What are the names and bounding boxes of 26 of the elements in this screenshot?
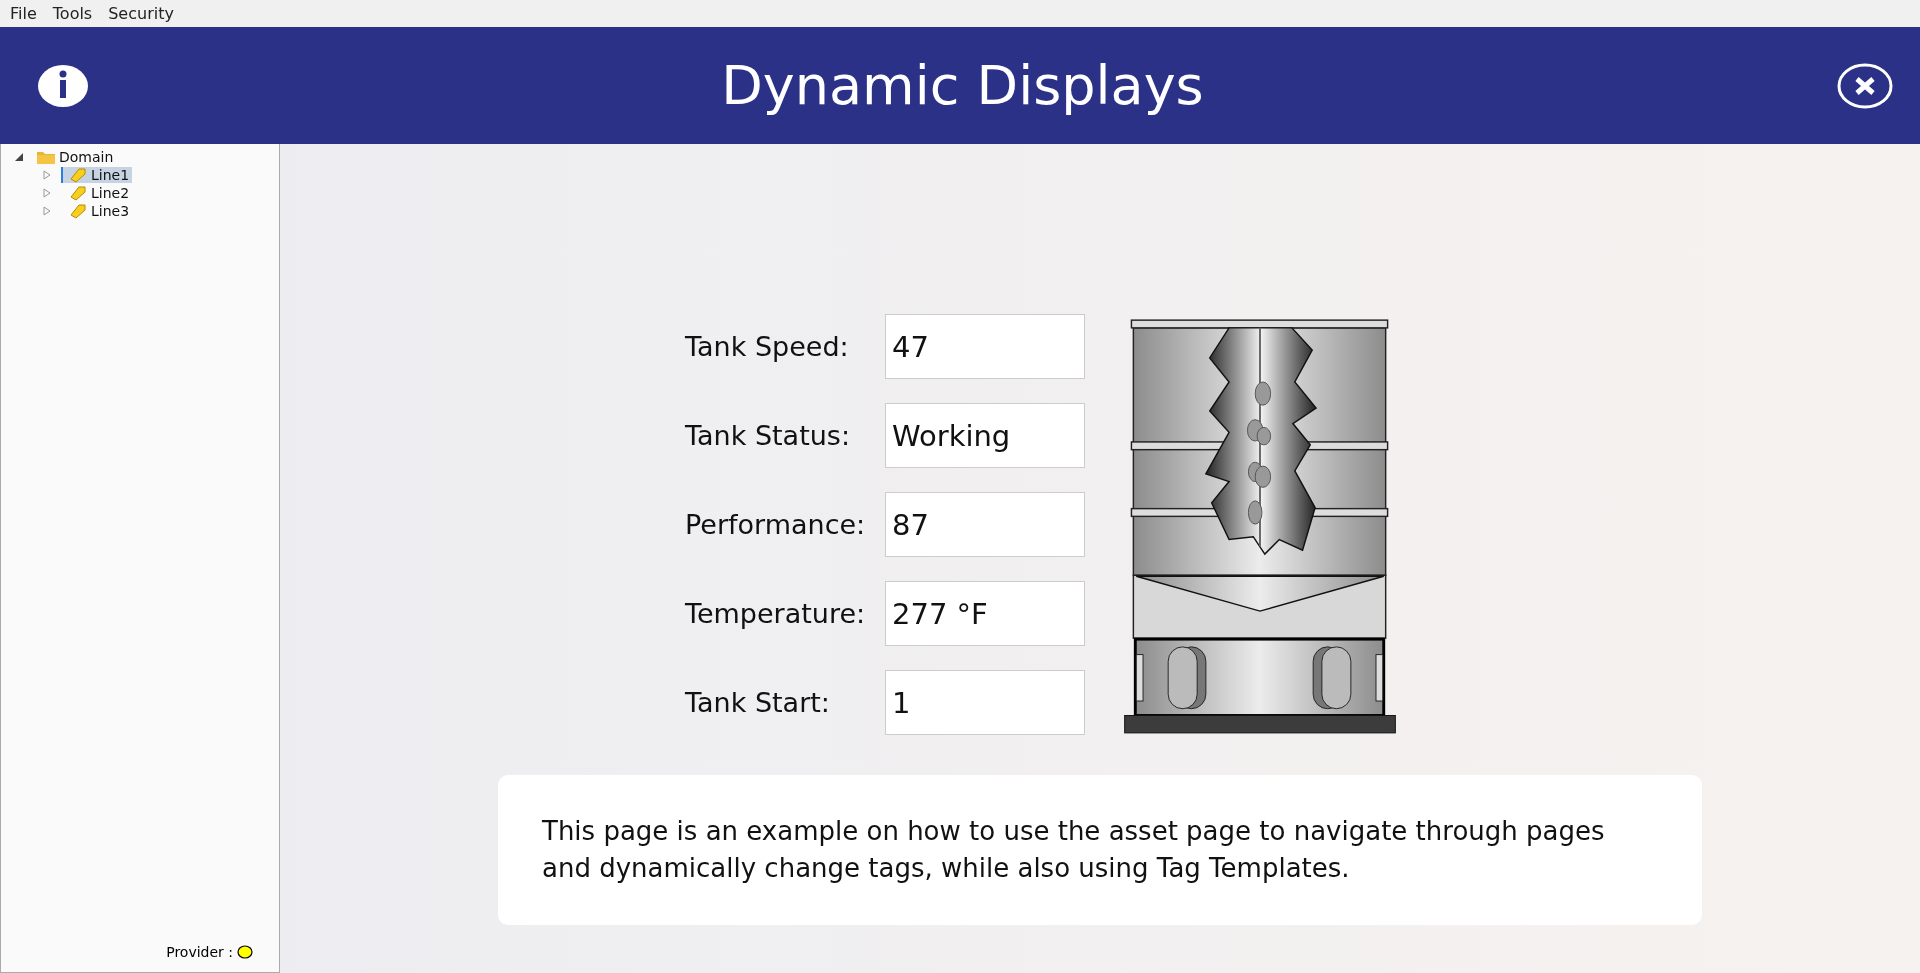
menu-item[interactable]: Security (104, 4, 182, 23)
tag-icon (69, 203, 87, 219)
provider-label: Provider : (166, 944, 233, 960)
value-field: 277 °F (885, 581, 1085, 646)
page-title: Dynamic Displays (721, 54, 1204, 117)
description-text: This page is an example on how to use the asset page to navigate through pages and dynamically change tags, while also using Tag Templates. (542, 815, 1606, 885)
info-icon[interactable] (38, 63, 88, 108)
field-label: Temperature: (685, 598, 867, 629)
tree-item[interactable]: Domain (59, 149, 114, 165)
field-label: Tank Status: (685, 420, 852, 451)
tag-icon (69, 185, 87, 201)
close-icon[interactable] (1837, 62, 1893, 109)
value-field: 87 (885, 492, 1085, 557)
menu-item[interactable]: Tools (48, 4, 101, 23)
value-field: Working (885, 403, 1085, 468)
value-field: 47 (885, 314, 1085, 379)
field-label: Performance: (685, 509, 867, 540)
menu-item[interactable]: File (6, 4, 45, 23)
folder-icon (37, 150, 55, 164)
tree-item[interactable]: Line2 (91, 185, 130, 201)
field-label: Tank Start: (685, 687, 831, 718)
tag-icon (69, 167, 87, 183)
tree-item[interactable]: Line3 (91, 203, 130, 219)
value-field: 1 (885, 670, 1085, 735)
expanded-triangle-icon[interactable] (13, 151, 25, 163)
field-label: Tank Speed: (685, 331, 850, 362)
